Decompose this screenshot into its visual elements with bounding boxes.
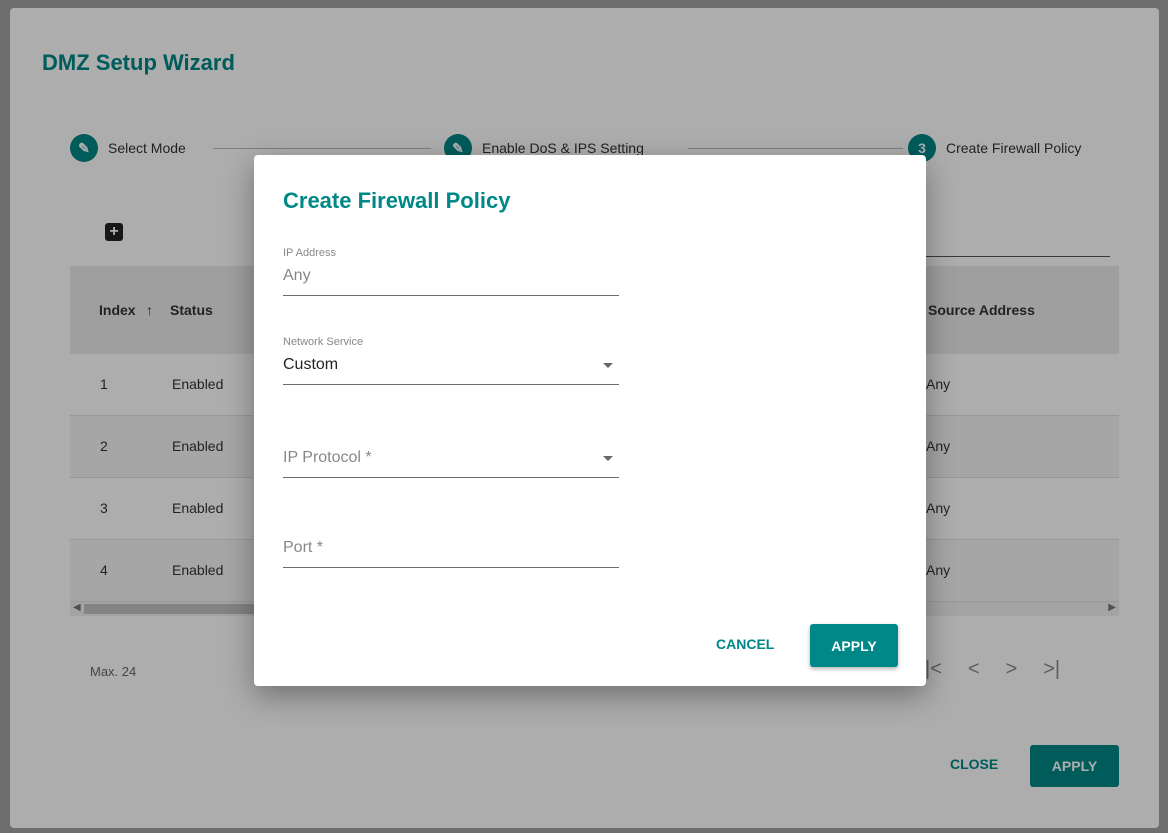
create-firewall-policy-modal: Create Firewall Policy IP Address Any Ne… <box>254 155 926 686</box>
port-field[interactable]: Port * <box>283 537 619 568</box>
field-underline <box>283 384 619 385</box>
field-underline <box>283 477 619 478</box>
ip-address-value[interactable]: Any <box>283 265 619 287</box>
ip-protocol-select[interactable]: IP Protocol * <box>283 447 619 478</box>
network-service-select[interactable]: Network Service Custom <box>283 336 619 385</box>
apply-button[interactable]: APPLY <box>810 624 898 667</box>
field-label: Network Service <box>283 336 364 348</box>
field-label: IP Address <box>283 247 336 259</box>
select-value-row[interactable]: Custom <box>283 354 619 376</box>
ip-address-field[interactable]: IP Address Any <box>283 247 619 296</box>
select-value-row[interactable]: IP Protocol * <box>283 447 619 469</box>
chevron-down-icon <box>603 455 613 461</box>
port-placeholder[interactable]: Port * <box>283 537 619 559</box>
chevron-down-icon <box>603 362 613 368</box>
cancel-button[interactable]: CANCEL <box>716 636 774 652</box>
network-service-value: Custom <box>283 356 339 373</box>
field-underline <box>283 295 619 296</box>
modal-title: Create Firewall Policy <box>283 188 511 213</box>
ip-protocol-placeholder: IP Protocol * <box>283 449 372 466</box>
field-underline <box>283 567 619 568</box>
